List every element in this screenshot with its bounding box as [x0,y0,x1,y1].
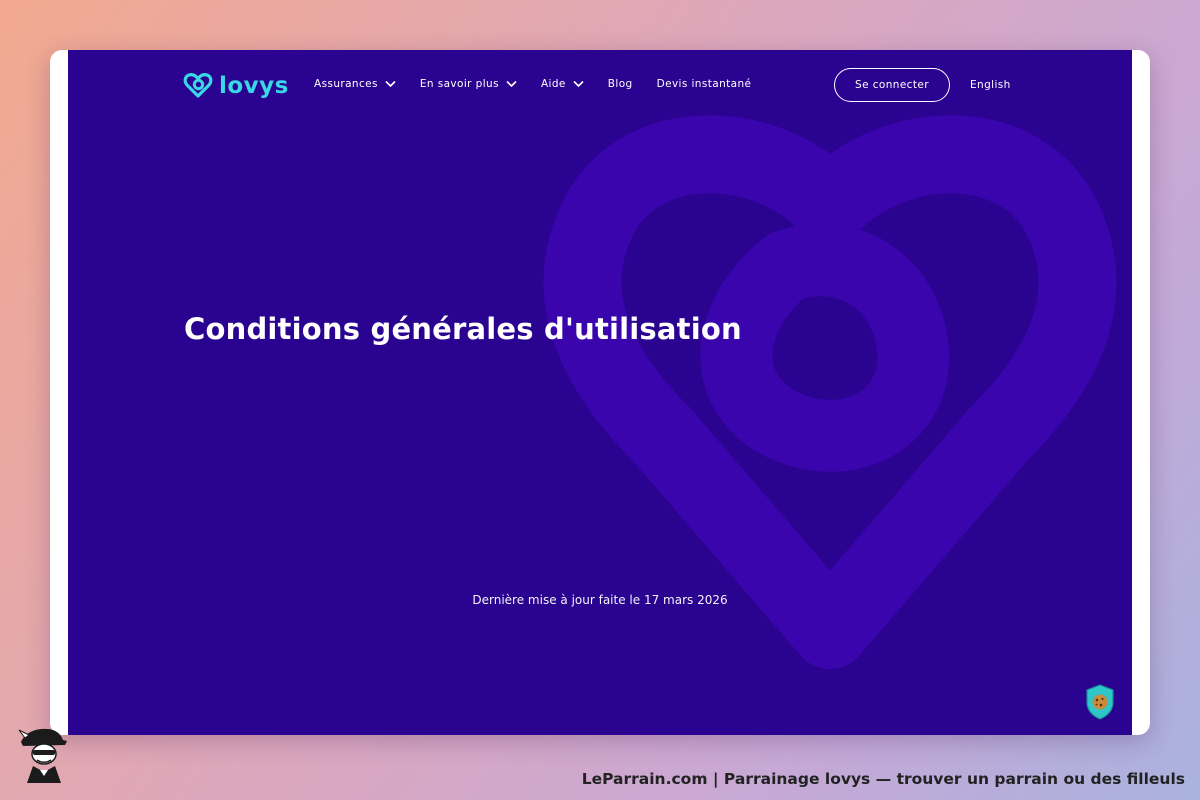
footer-caption: LeParrain.com | Parrainage lovys — trouv… [581,770,1185,788]
nav-item-label: Aide [540,78,566,90]
nav-item-label: Devis instantané [656,78,752,90]
nav-item-aide[interactable]: Aide [541,78,584,90]
page-content: lovys Assurances En savoir plus Aide Blo… [68,50,1132,735]
heart-watermark-icon [543,115,1117,669]
browser-frame: lovys Assurances En savoir plus Aide Blo… [50,50,1150,735]
lovys-logo[interactable]: lovys [183,72,289,99]
nav-item-label: Blog [607,78,633,90]
nav-item-label: Assurances [314,78,378,90]
chevron-down-icon [506,80,517,88]
chevron-down-icon [573,80,584,88]
login-button[interactable]: Se connecter [834,68,950,102]
nav-item-en-savoir-plus[interactable]: En savoir plus [420,78,517,90]
page-title: Conditions générales d'utilisation [184,312,742,346]
detective-mascot-icon [18,728,67,783]
main-menu: Assurances En savoir plus Aide Blog Devi… [314,78,775,90]
chevron-down-icon [385,80,396,88]
top-navigation: lovys Assurances En savoir plus Aide Blo… [68,50,1132,122]
nav-item-devis-instantane[interactable]: Devis instantané [657,78,752,90]
nav-item-label: En savoir plus [419,78,499,90]
nav-item-assurances[interactable]: Assurances [314,78,396,90]
heart-logo-icon [183,73,213,98]
logo-wordmark: lovys [219,72,289,99]
last-updated-text: Dernière mise à jour faite le 17 mars 20… [472,593,728,607]
cookie-shield-icon[interactable] [1085,684,1115,720]
language-switch-link[interactable]: English [970,79,1011,91]
nav-item-blog[interactable]: Blog [608,78,633,90]
